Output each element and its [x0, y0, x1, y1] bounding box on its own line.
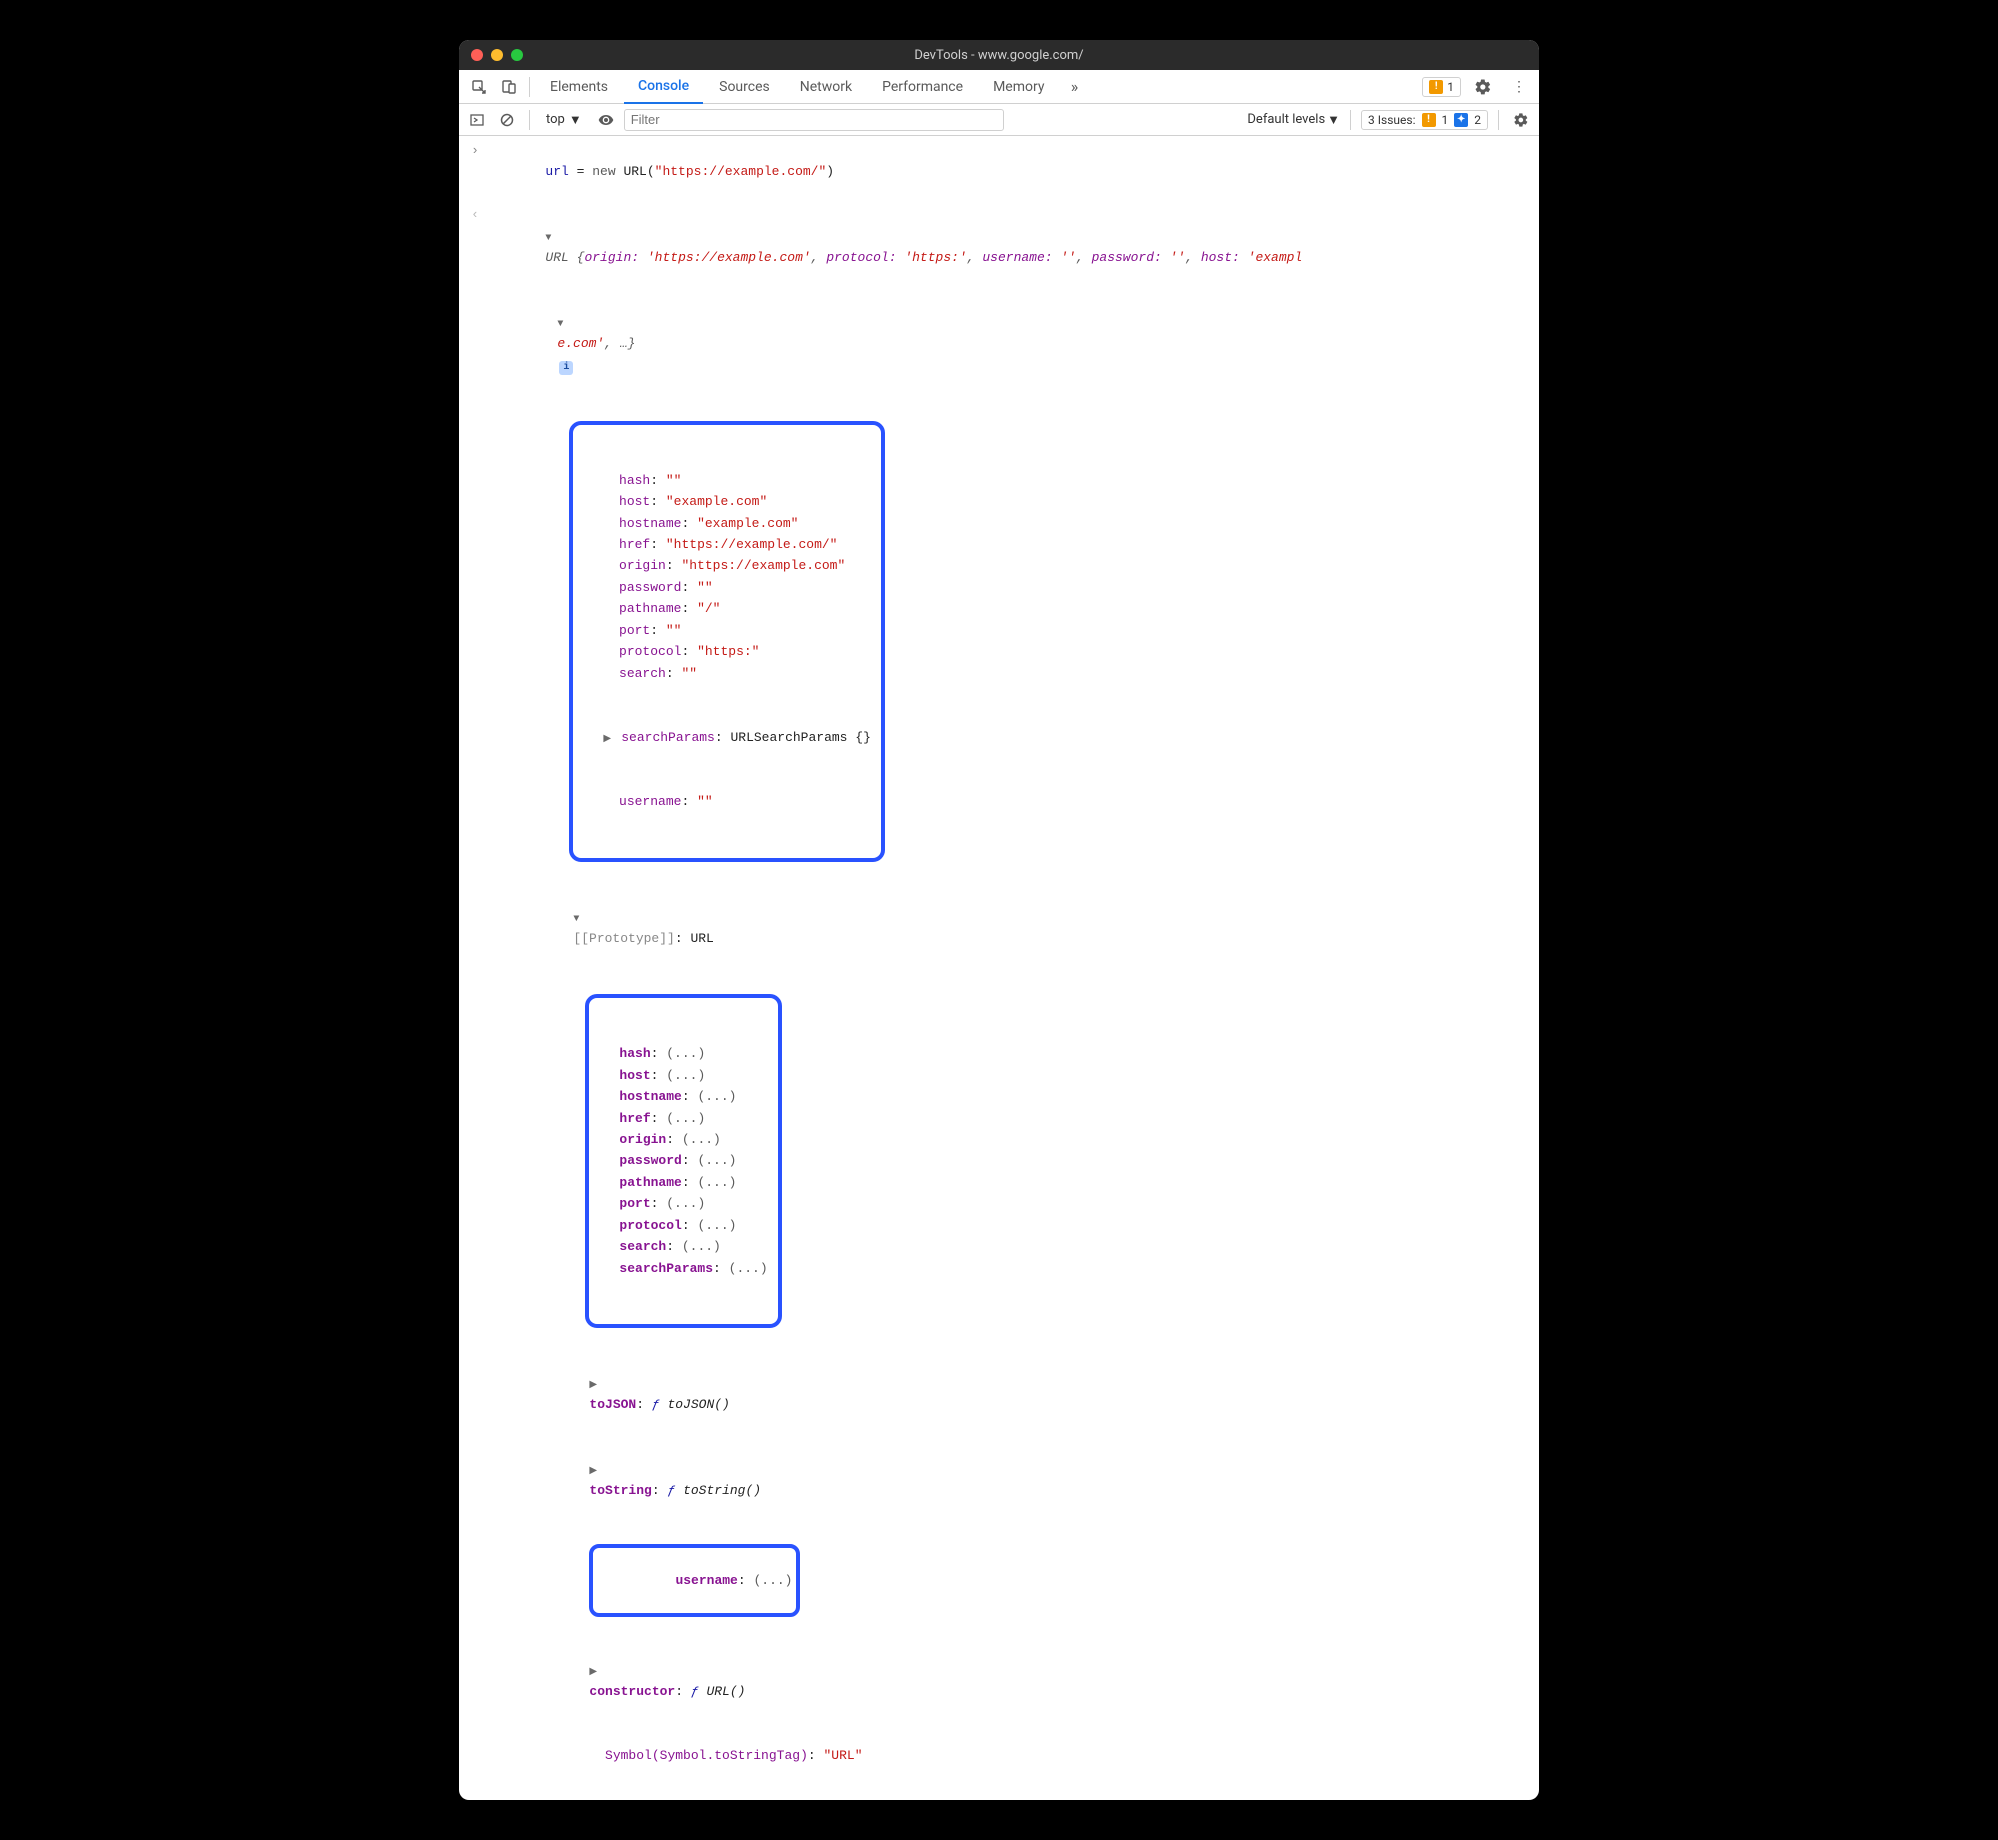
object-property[interactable]: searchParams: URLSearchParams {}	[575, 727, 870, 749]
clear-console-icon[interactable]	[495, 108, 519, 132]
chevron-down-icon: ▼	[1327, 112, 1340, 128]
settings-button[interactable]	[1469, 73, 1497, 101]
close-window-button[interactable]	[471, 49, 483, 61]
console-result-row[interactable]: ‹ URL {origin: 'https://example.com', pr…	[459, 204, 1539, 290]
separator	[1498, 110, 1499, 130]
tab-performance[interactable]: Performance	[868, 70, 977, 104]
separator	[1350, 110, 1351, 130]
proto-getter[interactable]: host: (...)	[591, 1065, 767, 1086]
warnings-count: 1	[1447, 80, 1454, 94]
console-input-row[interactable]: › url = new URL("https://example.com/")	[459, 140, 1539, 204]
object-property[interactable]: hash: ""	[575, 470, 870, 491]
zoom-window-button[interactable]	[511, 49, 523, 61]
device-toggle-icon[interactable]	[495, 73, 523, 101]
traffic-lights	[471, 49, 523, 61]
log-levels-dropdown[interactable]: Default levels ▼	[1247, 112, 1340, 128]
object-property[interactable]: href: "https://example.com/"	[575, 534, 870, 555]
proto-constructor[interactable]: constructor: ƒ URL()	[459, 1638, 1539, 1724]
expand-toggle[interactable]	[589, 1459, 599, 1481]
tab-memory[interactable]: Memory	[979, 70, 1058, 104]
separator	[529, 77, 530, 97]
object-property[interactable]: hostname: "example.com"	[575, 513, 870, 534]
proto-getter[interactable]: searchParams: (...)	[591, 1258, 767, 1279]
proto-getter[interactable]: hostname: (...)	[591, 1086, 767, 1107]
object-property[interactable]: pathname: "/"	[575, 598, 870, 619]
toggle-sidebar-icon[interactable]	[465, 108, 489, 132]
object-property[interactable]: host: "example.com"	[575, 491, 870, 512]
expand-toggle[interactable]	[573, 907, 583, 929]
live-expression-icon[interactable]	[594, 108, 618, 132]
object-property[interactable]: origin: "https://example.com"	[575, 555, 870, 576]
separator	[529, 110, 530, 130]
proto-getter[interactable]: protocol: (...)	[591, 1215, 767, 1236]
warning-icon: !	[1429, 80, 1443, 94]
devtools-window: DevTools - www.google.com/ Elements Cons…	[459, 40, 1539, 1800]
issues-badge[interactable]: 3 Issues: !1 ✦2	[1361, 110, 1488, 130]
info-icon: ✦	[1454, 113, 1468, 127]
titlebar: DevTools - www.google.com/	[459, 40, 1539, 70]
highlight-username-getter: username: (...)	[589, 1544, 800, 1616]
highlight-proto-getters: hash: (...)host: (...)hostname: (...)hre…	[585, 994, 781, 1328]
filter-input[interactable]	[624, 109, 1004, 131]
inspect-element-icon[interactable]	[465, 73, 493, 101]
proto-symbol[interactable]: Symbol(Symbol.toStringTag): "URL"	[459, 1724, 1539, 1788]
expand-toggle[interactable]	[545, 226, 555, 248]
console-output: › url = new URL("https://example.com/") …	[459, 136, 1539, 1800]
proto-getter[interactable]: hash: (...)	[591, 1043, 767, 1064]
expand-toggle[interactable]	[589, 1660, 599, 1682]
expand-toggle[interactable]	[589, 1373, 599, 1395]
tab-elements[interactable]: Elements	[536, 70, 622, 104]
object-property[interactable]: username: ""	[575, 791, 870, 812]
devtools-tabbar: Elements Console Sources Network Perform…	[459, 70, 1539, 104]
console-settings-icon[interactable]	[1509, 108, 1533, 132]
object-property[interactable]: password: ""	[575, 577, 870, 598]
object-property[interactable]: search: ""	[575, 663, 870, 684]
proto-getter[interactable]: port: (...)	[591, 1193, 767, 1214]
context-selector[interactable]: top ▼	[540, 110, 588, 130]
issues-label: 3 Issues:	[1368, 113, 1415, 127]
tab-console[interactable]: Console	[624, 70, 703, 104]
object-property[interactable]: protocol: "https:"	[575, 641, 870, 662]
expand-toggle[interactable]	[557, 312, 567, 334]
proto-getter[interactable]: href: (...)	[591, 1108, 767, 1129]
console-result-wrap: e.com', …} i	[459, 290, 1539, 397]
highlight-own-properties: hash: "" host: "example.com" hostname: "…	[569, 421, 884, 862]
prototype-row[interactable]: [[Prototype]]: URL	[459, 885, 1539, 971]
warning-icon: !	[1422, 113, 1436, 127]
proto-fn-tostring[interactable]: toString: ƒ toString()	[459, 1437, 1539, 1523]
proto-fn-tojson[interactable]: toJSON: ƒ toJSON()	[459, 1351, 1539, 1437]
more-menu-button[interactable]: ⋮	[1505, 73, 1533, 101]
prompt-icon: ›	[467, 140, 483, 204]
window-title: DevTools - www.google.com/	[459, 48, 1539, 63]
proto-getter[interactable]: origin: (...)	[591, 1129, 767, 1150]
context-label: top	[546, 112, 565, 127]
more-tabs-button[interactable]: »	[1060, 77, 1088, 96]
warnings-badge[interactable]: ! 1	[1422, 77, 1461, 97]
minimize-window-button[interactable]	[491, 49, 503, 61]
info-badge-icon[interactable]: i	[559, 361, 573, 375]
proto-getter[interactable]: pathname: (...)	[591, 1172, 767, 1193]
tab-sources[interactable]: Sources	[705, 70, 784, 104]
proto-getter[interactable]: search: (...)	[591, 1236, 767, 1257]
object-property[interactable]: port: ""	[575, 620, 870, 641]
chevron-down-icon: ▼	[569, 112, 582, 128]
proto-getter[interactable]: password: (...)	[591, 1150, 767, 1171]
result-icon: ‹	[467, 204, 483, 290]
expand-toggle[interactable]	[603, 727, 613, 749]
console-toolbar: top ▼ Default levels ▼ 3 Issues: !1 ✦2	[459, 104, 1539, 136]
tab-network[interactable]: Network	[786, 70, 866, 104]
